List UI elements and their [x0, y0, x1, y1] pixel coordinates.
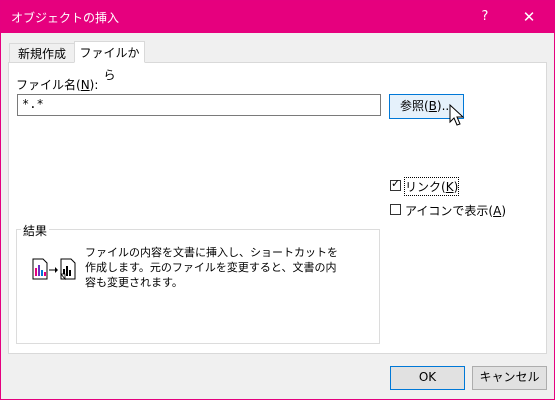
checkmark-icon: ✓ [391, 177, 401, 190]
ok-button[interactable]: OK [390, 366, 465, 390]
cancel-button[interactable]: キャンセル [472, 366, 547, 390]
link-document-icon [32, 258, 76, 280]
link-checkbox[interactable]: ✓ [390, 177, 401, 191]
tab-create-new[interactable]: 新規作成 [9, 43, 75, 63]
tab-from-file[interactable]: ファイルから [74, 41, 145, 82]
link-label[interactable]: リンク(K) [403, 177, 460, 196]
dialog-title: オブジェクトの挿入 [11, 11, 120, 25]
display-as-icon-checkbox[interactable] [390, 204, 401, 215]
result-group-title: 結果 [21, 222, 50, 239]
help-button[interactable]: ? [473, 5, 497, 29]
file-name-input[interactable]: *.* [17, 94, 381, 116]
file-name-label: ファイル名(N): [16, 78, 99, 92]
result-description: ファイルの内容を文書に挿入し、ショートカットを作成します。元のファイルを変更する… [85, 246, 338, 289]
display-as-icon-label[interactable]: アイコンで表示(A) [405, 202, 506, 219]
insert-object-dialog: オブジェクトの挿入 ? ✕ 新規作成 ファイルから ファイル名(N): *.* … [0, 0, 555, 400]
mouse-cursor-icon [449, 104, 465, 126]
close-button[interactable]: ✕ [516, 5, 542, 29]
title-bar[interactable]: オブジェクトの挿入 ? ✕ [1, 1, 554, 33]
